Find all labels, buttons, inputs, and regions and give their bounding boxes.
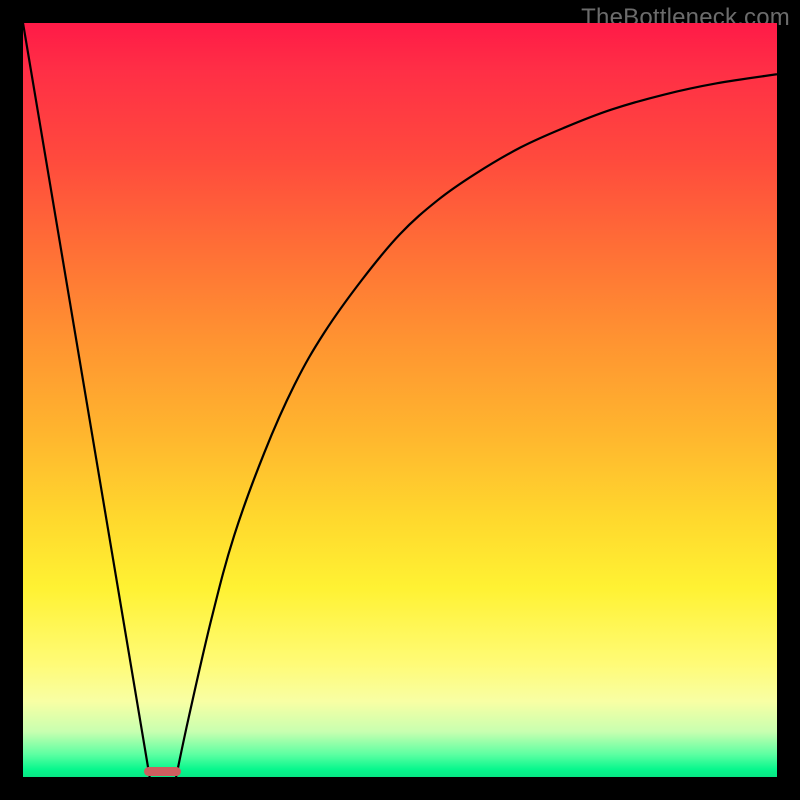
bottleneck-curve bbox=[23, 23, 777, 777]
plot-area bbox=[23, 23, 777, 777]
right-branch-line bbox=[176, 74, 777, 777]
left-branch-line bbox=[23, 23, 150, 777]
chart-frame: TheBottleneck.com bbox=[0, 0, 800, 800]
bottom-marker bbox=[144, 767, 180, 776]
